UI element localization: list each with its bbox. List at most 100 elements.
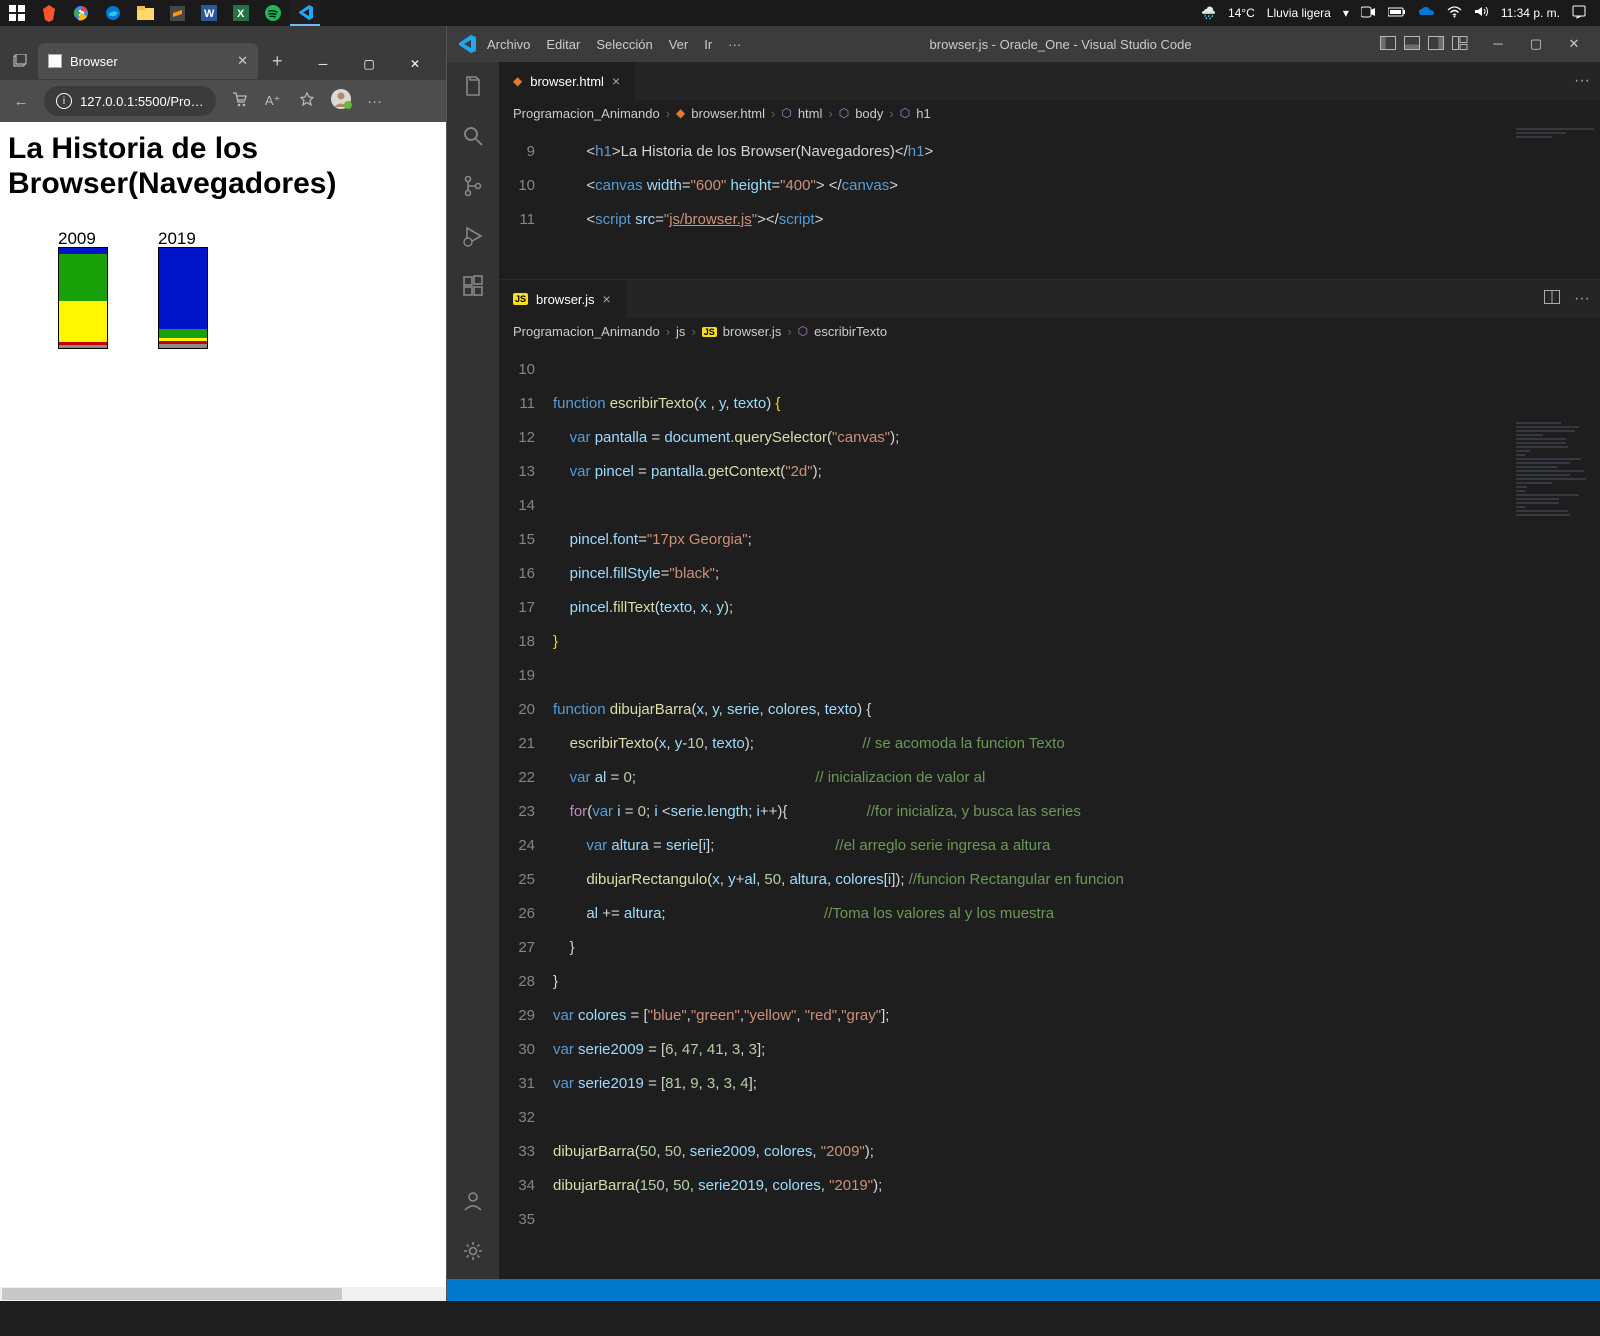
vscode-logo-icon (457, 34, 477, 54)
status-bar[interactable] (447, 1279, 1600, 1301)
chevron-up-icon[interactable]: ▾ (1343, 6, 1349, 20)
chrome-icon[interactable] (66, 0, 96, 26)
split-editor-icon[interactable] (1544, 290, 1560, 309)
editor-pane-bottom: JS browser.js × ··· Programacion_Animand… (499, 280, 1600, 1279)
horizontal-scrollbar[interactable] (0, 1287, 446, 1301)
menu-archivo[interactable]: Archivo (487, 37, 530, 52)
tab-label: browser.js (536, 292, 595, 307)
breadcrumb-segment[interactable]: body (855, 106, 883, 121)
favorite-icon[interactable] (296, 91, 318, 111)
profile-icon[interactable] (330, 88, 352, 114)
breadcrumb-segment[interactable]: js (676, 324, 685, 339)
panel-left-icon[interactable] (1380, 36, 1396, 53)
read-aloud-icon[interactable]: A⁺ (262, 93, 284, 109)
more-icon[interactable]: ··· (1574, 72, 1590, 90)
battery-icon[interactable] (1388, 6, 1406, 20)
back-button[interactable]: ← (10, 93, 32, 110)
weather-text: Lluvia ligera (1267, 6, 1331, 20)
breadcrumb-segment[interactable]: html (798, 106, 823, 121)
bar-segment-gray (59, 345, 107, 348)
vscode-titlebar: ArchivoEditarSelecciónVerIr··· browser.j… (447, 26, 1600, 62)
browser-tab[interactable]: Browser ✕ (38, 43, 258, 79)
breadcrumb-segment[interactable]: browser.js (723, 324, 782, 339)
run-debug-icon[interactable] (459, 222, 487, 250)
vscode-window: Archivo Editar Selección Ver Ir ··· browser.j… (447, 26, 1600, 1301)
breadcrumb-segment[interactable]: escribirTexto (814, 324, 887, 339)
shopping-icon[interactable] (228, 91, 250, 111)
menu-···[interactable]: ··· (728, 37, 741, 52)
minimize-button[interactable]: ─ (300, 48, 346, 80)
taskbar-tray: 🌧️ 14°C Lluvia ligera ▾ 11:34 p. m. (1201, 5, 1598, 22)
close-icon[interactable]: ✕ (237, 53, 248, 69)
brave-icon[interactable] (34, 0, 64, 26)
explorer-icon[interactable] (130, 0, 160, 26)
excel-icon[interactable]: X (226, 0, 256, 26)
js-file-icon: JS (513, 293, 528, 305)
sublime-icon[interactable] (162, 0, 192, 26)
scroll-thumb[interactable] (2, 1288, 342, 1300)
tab-browser-html[interactable]: ◆ browser.html × (499, 62, 635, 100)
breadcrumb-segment[interactable]: h1 (916, 106, 930, 121)
activity-bar (447, 62, 499, 1279)
vscode-taskbar-icon[interactable] (290, 0, 320, 26)
meet-now-icon[interactable] (1361, 6, 1376, 21)
onedrive-icon[interactable] (1418, 6, 1435, 20)
close-icon[interactable]: × (603, 291, 611, 307)
site-info-icon[interactable]: i (56, 93, 72, 109)
minimize-button[interactable]: ─ (1482, 36, 1514, 52)
maximize-button[interactable]: ▢ (1520, 36, 1552, 52)
breadcrumb-segment[interactable]: Programacion_Animando (513, 106, 660, 121)
minimap[interactable] (1510, 344, 1600, 1279)
bar-segment-blue (159, 248, 207, 329)
start-button[interactable] (2, 0, 32, 26)
search-icon[interactable] (459, 122, 487, 150)
minimap[interactable] (1510, 126, 1600, 279)
code-editor-bottom[interactable]: 10 11function escribirTexto(x , y, texto… (499, 344, 1600, 1279)
stacked-bar (58, 247, 108, 349)
volume-icon[interactable] (1474, 5, 1489, 21)
more-icon[interactable]: ··· (364, 93, 386, 110)
page-icon (48, 54, 62, 68)
tab-browser-js[interactable]: JS browser.js × (499, 280, 626, 318)
browser-window: Browser ✕ + ─ ▢ ✕ ← i 127.0.0.1:5500/Pro… (0, 26, 447, 1301)
menu-selección[interactable]: Selección (596, 37, 652, 52)
wifi-icon[interactable] (1447, 6, 1462, 21)
page-title: La Historia de losBrowser(Navegadores) (8, 132, 438, 201)
browser-page-content: La Historia de losBrowser(Navegadores) 2… (0, 122, 446, 1301)
more-icon[interactable]: ··· (1574, 290, 1590, 308)
bar-label: 2009 (58, 229, 96, 249)
url-text: 127.0.0.1:5500/Pro… (80, 94, 204, 109)
tab-actions-icon[interactable] (8, 49, 32, 73)
settings-gear-icon[interactable] (459, 1237, 487, 1265)
layout-customize-icon[interactable] (1452, 36, 1468, 53)
close-button[interactable]: ✕ (392, 48, 438, 80)
panel-right-icon[interactable] (1428, 36, 1444, 53)
close-icon[interactable]: × (612, 73, 620, 89)
address-bar[interactable]: i 127.0.0.1:5500/Pro… (44, 86, 216, 116)
new-tab-button[interactable]: + (264, 51, 291, 72)
svg-text:X: X (237, 8, 245, 20)
close-button[interactable]: ✕ (1558, 36, 1590, 52)
word-icon[interactable]: W (194, 0, 224, 26)
stacked-bar (158, 247, 208, 349)
menu-ver[interactable]: Ver (669, 37, 689, 52)
code-editor-top[interactable]: 9 <h1>La Historia de los Browser(Navegad… (499, 126, 1600, 279)
menu-ir[interactable]: Ir (704, 37, 712, 52)
spotify-icon[interactable] (258, 0, 288, 26)
breadcrumb-top[interactable]: Programacion_Animando›◆ browser.html›⬡ h… (499, 100, 1600, 126)
breadcrumb-segment[interactable]: browser.html (691, 106, 765, 121)
maximize-button[interactable]: ▢ (346, 48, 392, 80)
account-icon[interactable] (459, 1187, 487, 1215)
menu-editar[interactable]: Editar (546, 37, 580, 52)
notifications-icon[interactable] (1572, 5, 1586, 22)
panel-bottom-icon[interactable] (1404, 36, 1420, 53)
browser-tabbar: Browser ✕ + ─ ▢ ✕ (0, 26, 446, 80)
explorer-icon[interactable] (459, 72, 487, 100)
svg-text:W: W (204, 8, 215, 20)
breadcrumb-segment[interactable]: Programacion_Animando (513, 324, 660, 339)
extensions-icon[interactable] (459, 272, 487, 300)
tab-title: Browser (70, 54, 118, 69)
edge-icon[interactable] (98, 0, 128, 26)
source-control-icon[interactable] (459, 172, 487, 200)
breadcrumb-bottom[interactable]: Programacion_Animando›js›JS browser.js›⬡… (499, 318, 1600, 344)
